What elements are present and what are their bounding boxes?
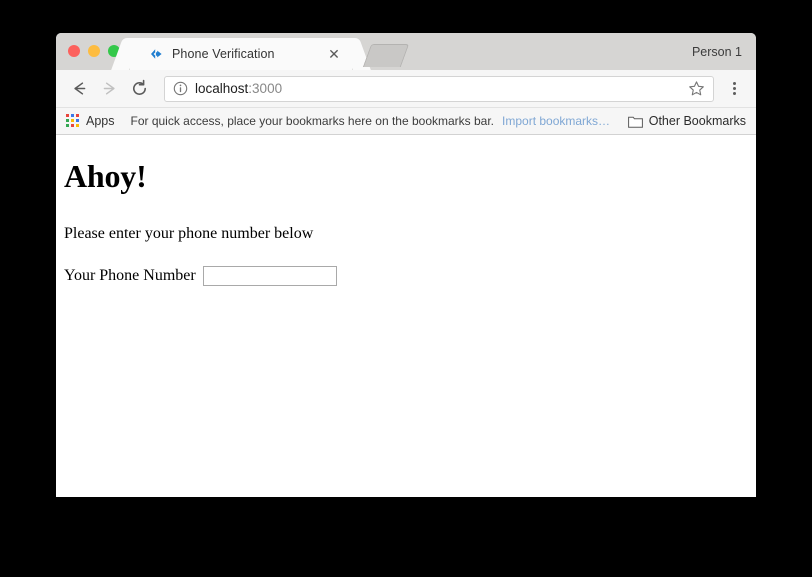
other-bookmarks-button[interactable]: Other Bookmarks (627, 114, 746, 128)
page-info-icon[interactable] (173, 81, 188, 96)
window-traffic-lights (68, 45, 120, 57)
url-host: localhost (195, 81, 249, 96)
tab-title: Phone Verification (172, 47, 275, 61)
browser-window: Phone Verification ✕ Person 1 localhost:… (56, 33, 756, 497)
phone-number-form-row: Your Phone Number (64, 265, 748, 286)
phone-number-label: Your Phone Number (64, 266, 196, 284)
address-bar-url: localhost:3000 (195, 81, 682, 96)
browser-toolbar: localhost:3000 (56, 70, 756, 108)
forward-button[interactable] (96, 76, 122, 102)
page-instruction-text: Please enter your phone number below (64, 225, 314, 243)
bookmarks-hint-text: For quick access, place your bookmarks h… (130, 114, 495, 128)
phone-number-input[interactable] (202, 265, 337, 286)
menu-dot (732, 87, 736, 90)
menu-dot (732, 82, 736, 85)
reload-button[interactable] (126, 76, 152, 102)
tab-strip: Phone Verification ✕ Person 1 (56, 33, 756, 70)
window-minimize-button[interactable] (88, 45, 100, 57)
profile-name-button[interactable]: Person 1 (692, 44, 742, 60)
back-button[interactable] (66, 76, 92, 102)
apps-button[interactable]: Apps (66, 114, 115, 128)
window-close-button[interactable] (68, 45, 80, 57)
three-dot-menu-icon[interactable] (722, 76, 746, 102)
page-content: Ahoy! Please enter your phone number bel… (56, 135, 756, 496)
address-bar[interactable]: localhost:3000 (164, 75, 714, 102)
bookmark-star-icon[interactable] (688, 80, 705, 97)
blue-diamond-arrow-icon (148, 46, 164, 62)
apps-grid-icon (66, 114, 80, 128)
apps-label: Apps (86, 114, 115, 128)
page-title: Ahoy! (64, 158, 147, 194)
folder-icon (627, 115, 643, 128)
url-port: :3000 (248, 81, 283, 96)
menu-dot (732, 92, 736, 95)
other-bookmarks-label: Other Bookmarks (648, 114, 746, 128)
tab-close-icon[interactable]: ✕ (326, 46, 342, 62)
import-bookmarks-link[interactable]: Import bookmarks… (502, 114, 610, 128)
new-tab-button[interactable] (362, 44, 410, 67)
bookmarks-bar: Apps For quick access, place your bookma… (56, 108, 756, 135)
browser-tab-phone-verification[interactable]: Phone Verification ✕ (130, 38, 352, 70)
